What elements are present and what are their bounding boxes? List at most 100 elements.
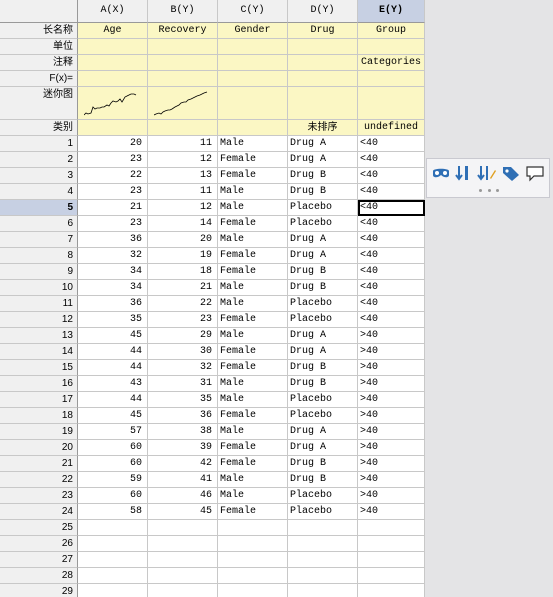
table-cell-c[interactable]: Male: [218, 280, 288, 296]
table-cell-c[interactable]: [218, 520, 288, 536]
table-cell-c[interactable]: Male: [218, 392, 288, 408]
mask-icon[interactable]: [431, 164, 451, 182]
row-header[interactable]: 25: [0, 520, 78, 536]
table-cell-e[interactable]: >40: [358, 360, 425, 376]
table-cell-c[interactable]: Female: [218, 168, 288, 184]
table-cell-e[interactable]: <40: [358, 200, 425, 216]
table-cell-b[interactable]: 32: [148, 360, 218, 376]
table-cell-d[interactable]: [288, 520, 358, 536]
table-cell-c[interactable]: Female: [218, 504, 288, 520]
units-e[interactable]: [358, 39, 425, 55]
category-b[interactable]: [148, 120, 218, 136]
row-header[interactable]: 7: [0, 232, 78, 248]
table-cell-c[interactable]: [218, 552, 288, 568]
table-cell-c[interactable]: Male: [218, 296, 288, 312]
table-cell-d[interactable]: Drug B: [288, 472, 358, 488]
row-header[interactable]: 6: [0, 216, 78, 232]
table-cell-b[interactable]: 38: [148, 424, 218, 440]
row-header[interactable]: 29: [0, 584, 78, 597]
table-cell-d[interactable]: Drug B: [288, 280, 358, 296]
row-header[interactable]: 2: [0, 152, 78, 168]
category-a[interactable]: [78, 120, 148, 136]
category-label[interactable]: 类别: [0, 120, 78, 136]
table-cell-a[interactable]: 43: [78, 376, 148, 392]
table-cell-e[interactable]: [358, 536, 425, 552]
table-cell-b[interactable]: 13: [148, 168, 218, 184]
table-cell-a[interactable]: 44: [78, 344, 148, 360]
table-cell-e[interactable]: >40: [358, 344, 425, 360]
table-cell-a[interactable]: [78, 552, 148, 568]
sparkline-label[interactable]: 迷你图: [0, 87, 78, 120]
table-cell-b[interactable]: 42: [148, 456, 218, 472]
table-cell-c[interactable]: Male: [218, 376, 288, 392]
table-cell-d[interactable]: [288, 584, 358, 597]
table-cell-d[interactable]: Drug B: [288, 264, 358, 280]
row-header[interactable]: 3: [0, 168, 78, 184]
table-cell-b[interactable]: [148, 584, 218, 597]
table-cell-d[interactable]: Placebo: [288, 392, 358, 408]
table-cell-d[interactable]: [288, 552, 358, 568]
formula-a[interactable]: [78, 71, 148, 87]
table-cell-d[interactable]: Drug B: [288, 360, 358, 376]
table-cell-d[interactable]: Drug A: [288, 424, 358, 440]
table-cell-e[interactable]: <40: [358, 152, 425, 168]
table-cell-d[interactable]: Drug A: [288, 344, 358, 360]
table-cell-e[interactable]: <40: [358, 312, 425, 328]
table-cell-a[interactable]: 60: [78, 456, 148, 472]
long-name-e[interactable]: Group: [358, 23, 425, 39]
row-header[interactable]: 24: [0, 504, 78, 520]
table-cell-a[interactable]: 23: [78, 152, 148, 168]
corner-cell[interactable]: [0, 0, 78, 23]
table-cell-c[interactable]: Male: [218, 424, 288, 440]
table-cell-d[interactable]: Drug B: [288, 168, 358, 184]
row-header[interactable]: 20: [0, 440, 78, 456]
table-cell-d[interactable]: [288, 568, 358, 584]
table-cell-a[interactable]: [78, 568, 148, 584]
row-header[interactable]: 8: [0, 248, 78, 264]
table-cell-a[interactable]: 23: [78, 216, 148, 232]
row-header[interactable]: 21: [0, 456, 78, 472]
table-cell-d[interactable]: Placebo: [288, 504, 358, 520]
table-cell-c[interactable]: Female: [218, 152, 288, 168]
table-cell-c[interactable]: Male: [218, 232, 288, 248]
table-cell-d[interactable]: Drug B: [288, 456, 358, 472]
table-cell-d[interactable]: Drug A: [288, 136, 358, 152]
units-label[interactable]: 单位: [0, 39, 78, 55]
row-header[interactable]: 23: [0, 488, 78, 504]
table-cell-b[interactable]: 39: [148, 440, 218, 456]
table-cell-b[interactable]: 23: [148, 312, 218, 328]
table-cell-a[interactable]: 36: [78, 232, 148, 248]
table-cell-e[interactable]: <40: [358, 216, 425, 232]
table-cell-a[interactable]: 22: [78, 168, 148, 184]
long-name-a[interactable]: Age: [78, 23, 148, 39]
table-cell-e[interactable]: <40: [358, 184, 425, 200]
long-name-label[interactable]: 长名称: [0, 23, 78, 39]
table-cell-d[interactable]: Placebo: [288, 408, 358, 424]
comment-e[interactable]: Categories: [358, 55, 425, 71]
column-header-b[interactable]: B(Y): [148, 0, 218, 23]
table-cell-c[interactable]: Female: [218, 456, 288, 472]
table-cell-e[interactable]: [358, 552, 425, 568]
sort-custom-icon[interactable]: [477, 164, 497, 182]
table-cell-d[interactable]: Placebo: [288, 200, 358, 216]
units-d[interactable]: [288, 39, 358, 55]
table-cell-e[interactable]: <40: [358, 248, 425, 264]
table-cell-b[interactable]: 22: [148, 296, 218, 312]
table-cell-c[interactable]: Female: [218, 248, 288, 264]
formula-label[interactable]: F(x)=: [0, 71, 78, 87]
table-cell-e[interactable]: [358, 568, 425, 584]
row-header[interactable]: 11: [0, 296, 78, 312]
long-name-c[interactable]: Gender: [218, 23, 288, 39]
table-cell-c[interactable]: [218, 568, 288, 584]
table-cell-c[interactable]: Female: [218, 408, 288, 424]
table-cell-a[interactable]: 34: [78, 264, 148, 280]
table-cell-a[interactable]: [78, 520, 148, 536]
table-cell-a[interactable]: 58: [78, 504, 148, 520]
table-cell-d[interactable]: Placebo: [288, 488, 358, 504]
sparkline-a[interactable]: [78, 87, 148, 120]
table-cell-d[interactable]: Drug A: [288, 232, 358, 248]
table-cell-a[interactable]: 57: [78, 424, 148, 440]
row-header[interactable]: 16: [0, 376, 78, 392]
long-name-d[interactable]: Drug: [288, 23, 358, 39]
table-cell-d[interactable]: Drug A: [288, 328, 358, 344]
